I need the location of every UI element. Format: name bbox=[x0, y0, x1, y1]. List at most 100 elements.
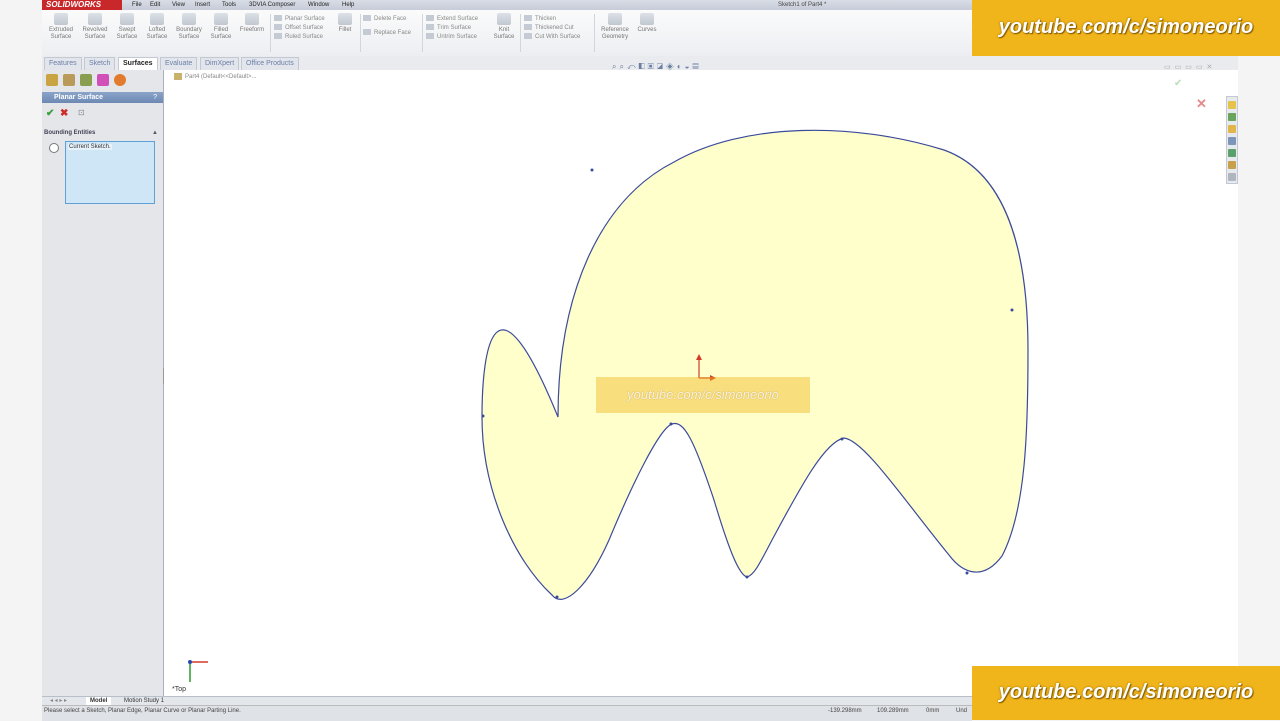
extend-surface-button[interactable]: Extend Surface bbox=[426, 15, 478, 24]
sketch-point[interactable] bbox=[1010, 308, 1014, 312]
filled-surface-icon bbox=[214, 13, 228, 25]
curves-icon bbox=[640, 13, 654, 25]
knit-surface-button[interactable]: Knit Surface bbox=[490, 13, 518, 41]
property-manager-icon[interactable] bbox=[63, 74, 75, 86]
tab-features[interactable]: Features bbox=[44, 57, 82, 70]
extend-surface-icon bbox=[426, 15, 434, 22]
sketch-point[interactable] bbox=[481, 414, 485, 418]
freeform-button[interactable]: Freeform bbox=[236, 13, 268, 34]
status-message: Please select a Sketch, Planar Edge, Pla… bbox=[44, 708, 241, 714]
filled-surface-button[interactable]: Filled Surface bbox=[205, 13, 237, 41]
triad-origin bbox=[188, 660, 192, 664]
thicken-icon bbox=[524, 15, 532, 22]
sketch-point[interactable] bbox=[590, 168, 594, 172]
property-manager-header: Planar Surface ? bbox=[42, 92, 163, 103]
swept-surface-button[interactable]: Swept Surface bbox=[111, 13, 143, 41]
swept-surface-icon bbox=[120, 13, 134, 25]
tab-sketch[interactable]: Sketch bbox=[84, 57, 116, 70]
ok-check-icon[interactable]: ✔ bbox=[46, 108, 54, 119]
thickened-cut-button[interactable]: Thickened Cut bbox=[524, 24, 580, 33]
menu-3dvia-composer[interactable]: 3DVIA Composer bbox=[249, 0, 295, 10]
watermark-top-right: youtube.com/c/simoneorio bbox=[972, 0, 1280, 56]
reference-geometry-icon bbox=[608, 13, 622, 25]
graphics-area[interactable]: Part4 (Default<<Default>... ⌕⌕⤺◧▣◪◈◐◒▤ ▭… bbox=[164, 62, 1238, 696]
sketch-closed-profile[interactable] bbox=[481, 129, 1029, 600]
watermark-bottom-right: youtube.com/c/simoneorio bbox=[972, 666, 1280, 720]
cut-with-surface-button[interactable]: Cut With Surface bbox=[524, 33, 580, 42]
replace-face-icon bbox=[363, 29, 371, 36]
cut-with-surface-icon bbox=[524, 33, 532, 40]
planar-surface-icon bbox=[274, 15, 282, 22]
menu-view[interactable]: View bbox=[172, 0, 185, 10]
untrim-surface-icon bbox=[426, 33, 434, 40]
fillet-button[interactable]: Fillet bbox=[332, 13, 358, 34]
tab-office-products[interactable]: Office Products bbox=[241, 57, 299, 70]
menu-insert[interactable]: Insert bbox=[195, 0, 210, 10]
sketch-point[interactable] bbox=[840, 437, 844, 441]
command-manager-ribbon: Extruded Surface Revolved Surface Swept … bbox=[42, 10, 972, 57]
menu-tools[interactable]: Tools bbox=[222, 0, 236, 10]
cancel-x-icon[interactable]: ✖ bbox=[60, 108, 68, 119]
sketch-point[interactable] bbox=[555, 595, 559, 599]
property-manager-panel: Planar Surface ? ✔ ✖ ⊡ Bounding Entities… bbox=[42, 70, 164, 696]
reference-geometry-button[interactable]: Reference Geometry bbox=[597, 13, 633, 41]
sketch-point[interactable] bbox=[745, 575, 749, 579]
untrim-surface-button[interactable]: Untrim Surface bbox=[426, 33, 478, 42]
replace-face-button[interactable]: Replace Face bbox=[363, 29, 411, 38]
extruded-surface-icon bbox=[54, 13, 68, 25]
bounding-entities-section-header[interactable]: Bounding Entities ▲ bbox=[44, 128, 161, 138]
ribbon-separator bbox=[270, 14, 271, 52]
revolved-surface-button[interactable]: Revolved Surface bbox=[79, 13, 111, 41]
lofted-surface-button[interactable]: Lofted Surface bbox=[141, 13, 173, 41]
thicken-button[interactable]: Thicken bbox=[524, 15, 580, 24]
menu-window[interactable]: Window bbox=[308, 0, 329, 10]
extruded-surface-button[interactable]: Extruded Surface bbox=[45, 13, 77, 41]
freeform-icon bbox=[245, 13, 259, 25]
pushpin-icon[interactable]: ⊡ bbox=[78, 108, 85, 117]
bounding-entities-icon bbox=[49, 143, 59, 153]
planar-surface-button[interactable]: Planar Surface bbox=[274, 15, 325, 24]
status-bar: Please select a Sketch, Planar Edge, Pla… bbox=[42, 705, 972, 721]
selection-item[interactable]: Current Sketch. bbox=[68, 144, 112, 150]
boundary-surface-icon bbox=[182, 13, 196, 25]
revolved-surface-icon bbox=[88, 13, 102, 25]
collapse-chevron-icon[interactable]: ▲ bbox=[152, 128, 158, 138]
curves-button[interactable]: Curves bbox=[634, 13, 660, 34]
center-watermark: youtube.com/c/simoneorio bbox=[596, 377, 810, 413]
tab-dimxpert[interactable]: DimXpert bbox=[200, 57, 240, 70]
ribbon-separator bbox=[520, 14, 521, 52]
delete-face-button[interactable]: Delete Face bbox=[363, 15, 411, 24]
menu-file[interactable]: File bbox=[132, 0, 142, 10]
tab-surfaces[interactable]: Surfaces bbox=[118, 57, 158, 70]
tab-evaluate[interactable]: Evaluate bbox=[160, 57, 198, 70]
boundary-surface-button[interactable]: Boundary Surface bbox=[173, 13, 205, 41]
feature-tree-icon[interactable] bbox=[46, 74, 58, 86]
property-manager-title: Planar Surface bbox=[54, 94, 104, 101]
solidworks-logo[interactable]: SOLIDWORKS bbox=[42, 0, 122, 10]
left-margin bbox=[0, 0, 42, 720]
sketch-point[interactable] bbox=[669, 422, 673, 426]
menu-help[interactable]: Help bbox=[342, 0, 354, 10]
trim-surface-button[interactable]: Trim Surface bbox=[426, 24, 478, 33]
bounding-entities-selection-box[interactable]: Current Sketch. bbox=[65, 141, 155, 204]
help-icon[interactable]: ? bbox=[153, 92, 157, 103]
configuration-manager-icon[interactable] bbox=[80, 74, 92, 86]
ribbon-separator bbox=[422, 14, 423, 52]
offset-surface-icon bbox=[274, 24, 282, 31]
display-manager-icon[interactable] bbox=[114, 74, 126, 86]
ruled-surface-button[interactable]: Ruled Surface bbox=[274, 33, 325, 42]
ribbon-separator bbox=[360, 14, 361, 52]
reference-triad bbox=[188, 660, 208, 682]
thickened-cut-icon bbox=[524, 24, 532, 31]
status-z-coordinate: 0mm bbox=[926, 708, 940, 714]
status-y-coordinate: 109.289mm bbox=[877, 708, 909, 714]
offset-surface-button[interactable]: Offset Surface bbox=[274, 24, 325, 33]
sketch-point[interactable] bbox=[965, 571, 969, 575]
ruled-surface-icon bbox=[274, 33, 282, 40]
ribbon-separator bbox=[594, 14, 595, 52]
dimxpert-manager-icon[interactable] bbox=[97, 74, 109, 86]
menu-edit[interactable]: Edit bbox=[150, 0, 160, 10]
view-orientation-label: *Top bbox=[172, 686, 187, 693]
knit-surface-icon bbox=[497, 13, 511, 25]
trim-surface-icon bbox=[426, 24, 434, 31]
